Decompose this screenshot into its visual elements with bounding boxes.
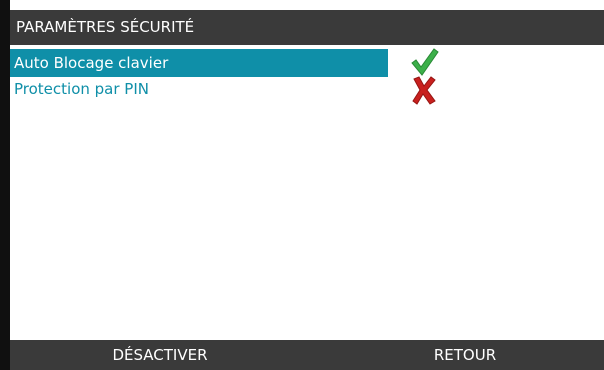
settings-list: Auto Blocage clavier Protection par PIN bbox=[10, 45, 604, 340]
page-title: PARAMÈTRES SÉCURITÉ bbox=[10, 10, 604, 45]
screen-left-border bbox=[0, 0, 10, 370]
menu-item-auto-keypad-lock[interactable]: Auto Blocage clavier bbox=[10, 49, 388, 77]
screen-top-margin bbox=[0, 0, 604, 10]
menu-item-pin-protection[interactable]: Protection par PIN bbox=[10, 75, 388, 103]
device-screen: PARAMÈTRES SÉCURITÉ Auto Blocage clavier… bbox=[0, 0, 604, 370]
softkey-bar: DÉSACTIVER RETOUR bbox=[10, 340, 604, 370]
checkmark-icon bbox=[411, 48, 439, 76]
deactivate-button[interactable]: DÉSACTIVER bbox=[70, 340, 250, 370]
cross-icon bbox=[412, 76, 436, 105]
back-button[interactable]: RETOUR bbox=[380, 340, 550, 370]
